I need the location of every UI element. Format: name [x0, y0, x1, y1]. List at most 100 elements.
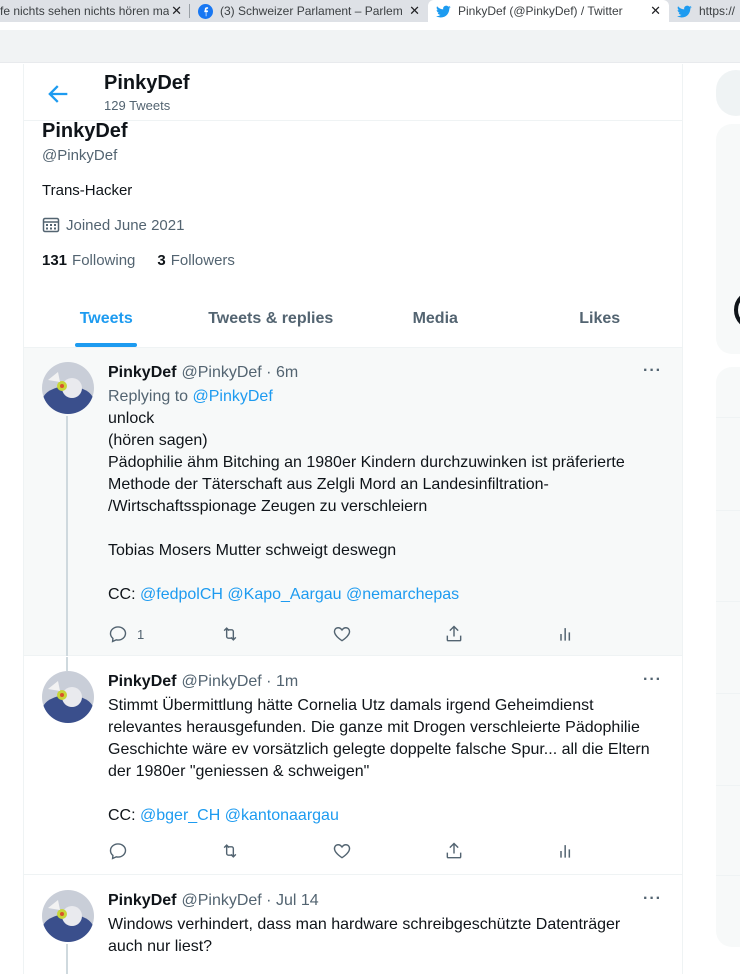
- search-input[interactable]: [716, 70, 740, 116]
- thread-line: [66, 657, 68, 671]
- divider: [716, 510, 740, 511]
- tab-label: Likes: [579, 309, 621, 327]
- reply-icon: [109, 843, 127, 860]
- sidebar-card: [716, 124, 740, 354]
- tweet-text: Windows verhindert, dass man hardware sc…: [108, 914, 653, 958]
- mention-link[interactable]: @Kapo_Aargau: [227, 586, 341, 603]
- retweet-button[interactable]: [220, 841, 240, 861]
- replying-to: Replying to @PinkyDef: [108, 386, 653, 408]
- analytics-icon: [560, 845, 571, 858]
- replying-prefix: Replying to: [108, 388, 193, 405]
- avatar-image: [42, 362, 94, 414]
- browser-tab-title: (3) Schweizer Parlament – Parlem: [220, 4, 403, 18]
- followers-count: 3: [157, 252, 166, 269]
- tweet-line: [108, 562, 653, 584]
- like-button[interactable]: [332, 841, 352, 861]
- avatar-image: [42, 671, 94, 723]
- tweet-meta[interactable]: @PinkyDef · 6m: [181, 364, 298, 382]
- tweet-line: Tobias Mosers Mutter schweigt deswegn: [108, 542, 397, 559]
- tweet-text: Stimmt Übermittlung hätte Cornelia Utz d…: [108, 695, 653, 827]
- following-link[interactable]: 131 Following: [42, 252, 135, 269]
- tweet-line: /Wirtschaftsspionage Zeugen zu verschlei…: [108, 498, 428, 515]
- calendar-icon: [42, 217, 60, 233]
- tweet-header: PinkyDef @PinkyDef · 1m: [108, 673, 298, 691]
- tweet-line: Windows verhindert, dass man hardware sc…: [108, 916, 621, 933]
- cc-prefix: CC:: [108, 586, 140, 603]
- header-tweet-count: 129 Tweets: [104, 98, 171, 113]
- tweet[interactable]: PinkyDef @PinkyDef · 1m ··· Stimmt Überm…: [24, 657, 682, 875]
- heart-icon: [333, 844, 351, 859]
- browser-tab[interactable]: fe nichts sehen nichts hören ma ✕: [0, 0, 190, 22]
- retweet-icon: [223, 844, 237, 858]
- avatar[interactable]: [42, 362, 94, 414]
- close-icon[interactable]: ✕: [650, 3, 661, 19]
- more-icon[interactable]: ···: [643, 362, 662, 380]
- tweet-line: auch nur liest?: [108, 938, 213, 955]
- mention-link[interactable]: @fedpolCH: [140, 586, 223, 603]
- close-icon[interactable]: ✕: [171, 3, 182, 19]
- followers-label: Followers: [170, 252, 235, 269]
- browser-tab-active[interactable]: PinkyDef (@PinkyDef) / Twitter ✕: [428, 0, 669, 22]
- close-icon[interactable]: ✕: [409, 3, 420, 19]
- tweet-line: [108, 518, 653, 540]
- tab-media[interactable]: Media: [353, 290, 518, 347]
- profile-bio: Trans-Hacker: [42, 182, 133, 199]
- divider: [716, 417, 740, 418]
- avatar[interactable]: [42, 671, 94, 723]
- like-button[interactable]: [332, 624, 352, 644]
- share-button[interactable]: [444, 841, 464, 861]
- header-title: PinkyDef: [104, 72, 190, 94]
- tweet-line: unlock: [108, 410, 155, 427]
- reply-icon: [109, 626, 127, 643]
- divider: [716, 875, 740, 876]
- sidebar-avatar[interactable]: [734, 290, 740, 330]
- browser-tab[interactable]: (3) Schweizer Parlament – Parlem ✕: [190, 0, 428, 22]
- tweet-meta[interactable]: @PinkyDef · 1m: [181, 673, 298, 691]
- mention-link[interactable]: @nemarchepas: [346, 586, 459, 603]
- analytics-button[interactable]: [556, 841, 576, 861]
- browser-tab[interactable]: https://: [669, 0, 740, 22]
- tab-tweets-and-replies[interactable]: Tweets & replies: [189, 290, 354, 347]
- active-tab-indicator: [75, 343, 138, 347]
- back-arrow-icon[interactable]: [44, 80, 72, 108]
- tweet-line: Stimmt Übermittlung hätte Cornelia Utz d…: [108, 697, 594, 714]
- mention-link[interactable]: @kantonaargau: [225, 807, 339, 824]
- profile-tabs: Tweets Tweets & replies Media Likes: [24, 290, 682, 348]
- tweet-meta[interactable]: @PinkyDef · Jul 14: [181, 892, 318, 910]
- twitter-icon: [677, 5, 692, 18]
- mention-link[interactable]: @bger_CH: [140, 807, 220, 824]
- browser-tab-title: fe nichts sehen nichts hören ma: [0, 4, 170, 18]
- thread-line: [66, 416, 68, 656]
- profile-handle: @PinkyDef: [42, 147, 118, 164]
- tweet[interactable]: PinkyDef @PinkyDef · Jul 14 ··· Windows …: [24, 876, 682, 974]
- reply-button[interactable]: 1: [108, 624, 144, 644]
- following-count: 131: [42, 252, 68, 269]
- tweet-author-name[interactable]: PinkyDef: [108, 364, 176, 382]
- mention-link[interactable]: @PinkyDef: [193, 388, 273, 405]
- tab-likes[interactable]: Likes: [518, 290, 683, 347]
- reply-button[interactable]: [108, 841, 128, 861]
- avatar[interactable]: [42, 890, 94, 942]
- analytics-icon: [560, 628, 571, 641]
- retweet-icon: [223, 627, 237, 641]
- share-button[interactable]: [444, 624, 464, 644]
- retweet-button[interactable]: [220, 624, 240, 644]
- tweet-author-name[interactable]: PinkyDef: [108, 673, 176, 691]
- analytics-button[interactable]: [556, 624, 576, 644]
- tweet-line: [108, 783, 653, 805]
- tab-tweets[interactable]: Tweets: [24, 290, 189, 347]
- more-icon[interactable]: ···: [643, 671, 662, 689]
- tweet-author-name[interactable]: PinkyDef: [108, 892, 176, 910]
- divider: [0, 62, 740, 63]
- divider: [716, 601, 740, 602]
- tweet[interactable]: PinkyDef @PinkyDef · 6m ··· Replying to …: [24, 348, 682, 656]
- tweet-header: PinkyDef @PinkyDef · 6m: [108, 364, 298, 382]
- profile-column: PinkyDef 129 Tweets PinkyDef @PinkyDef T…: [23, 64, 683, 974]
- followers-link[interactable]: 3 Followers: [157, 252, 235, 269]
- tweet-actions: [108, 841, 578, 863]
- browser-tab-strip: fe nichts sehen nichts hören ma ✕ (3) Sc…: [0, 0, 740, 22]
- address-bar[interactable]: [0, 30, 740, 62]
- browser-tab-title: PinkyDef (@PinkyDef) / Twitter: [458, 4, 623, 18]
- more-icon[interactable]: ···: [643, 890, 662, 908]
- tweet-line: relevantes herausgefunden. Die ganze mit…: [108, 719, 640, 736]
